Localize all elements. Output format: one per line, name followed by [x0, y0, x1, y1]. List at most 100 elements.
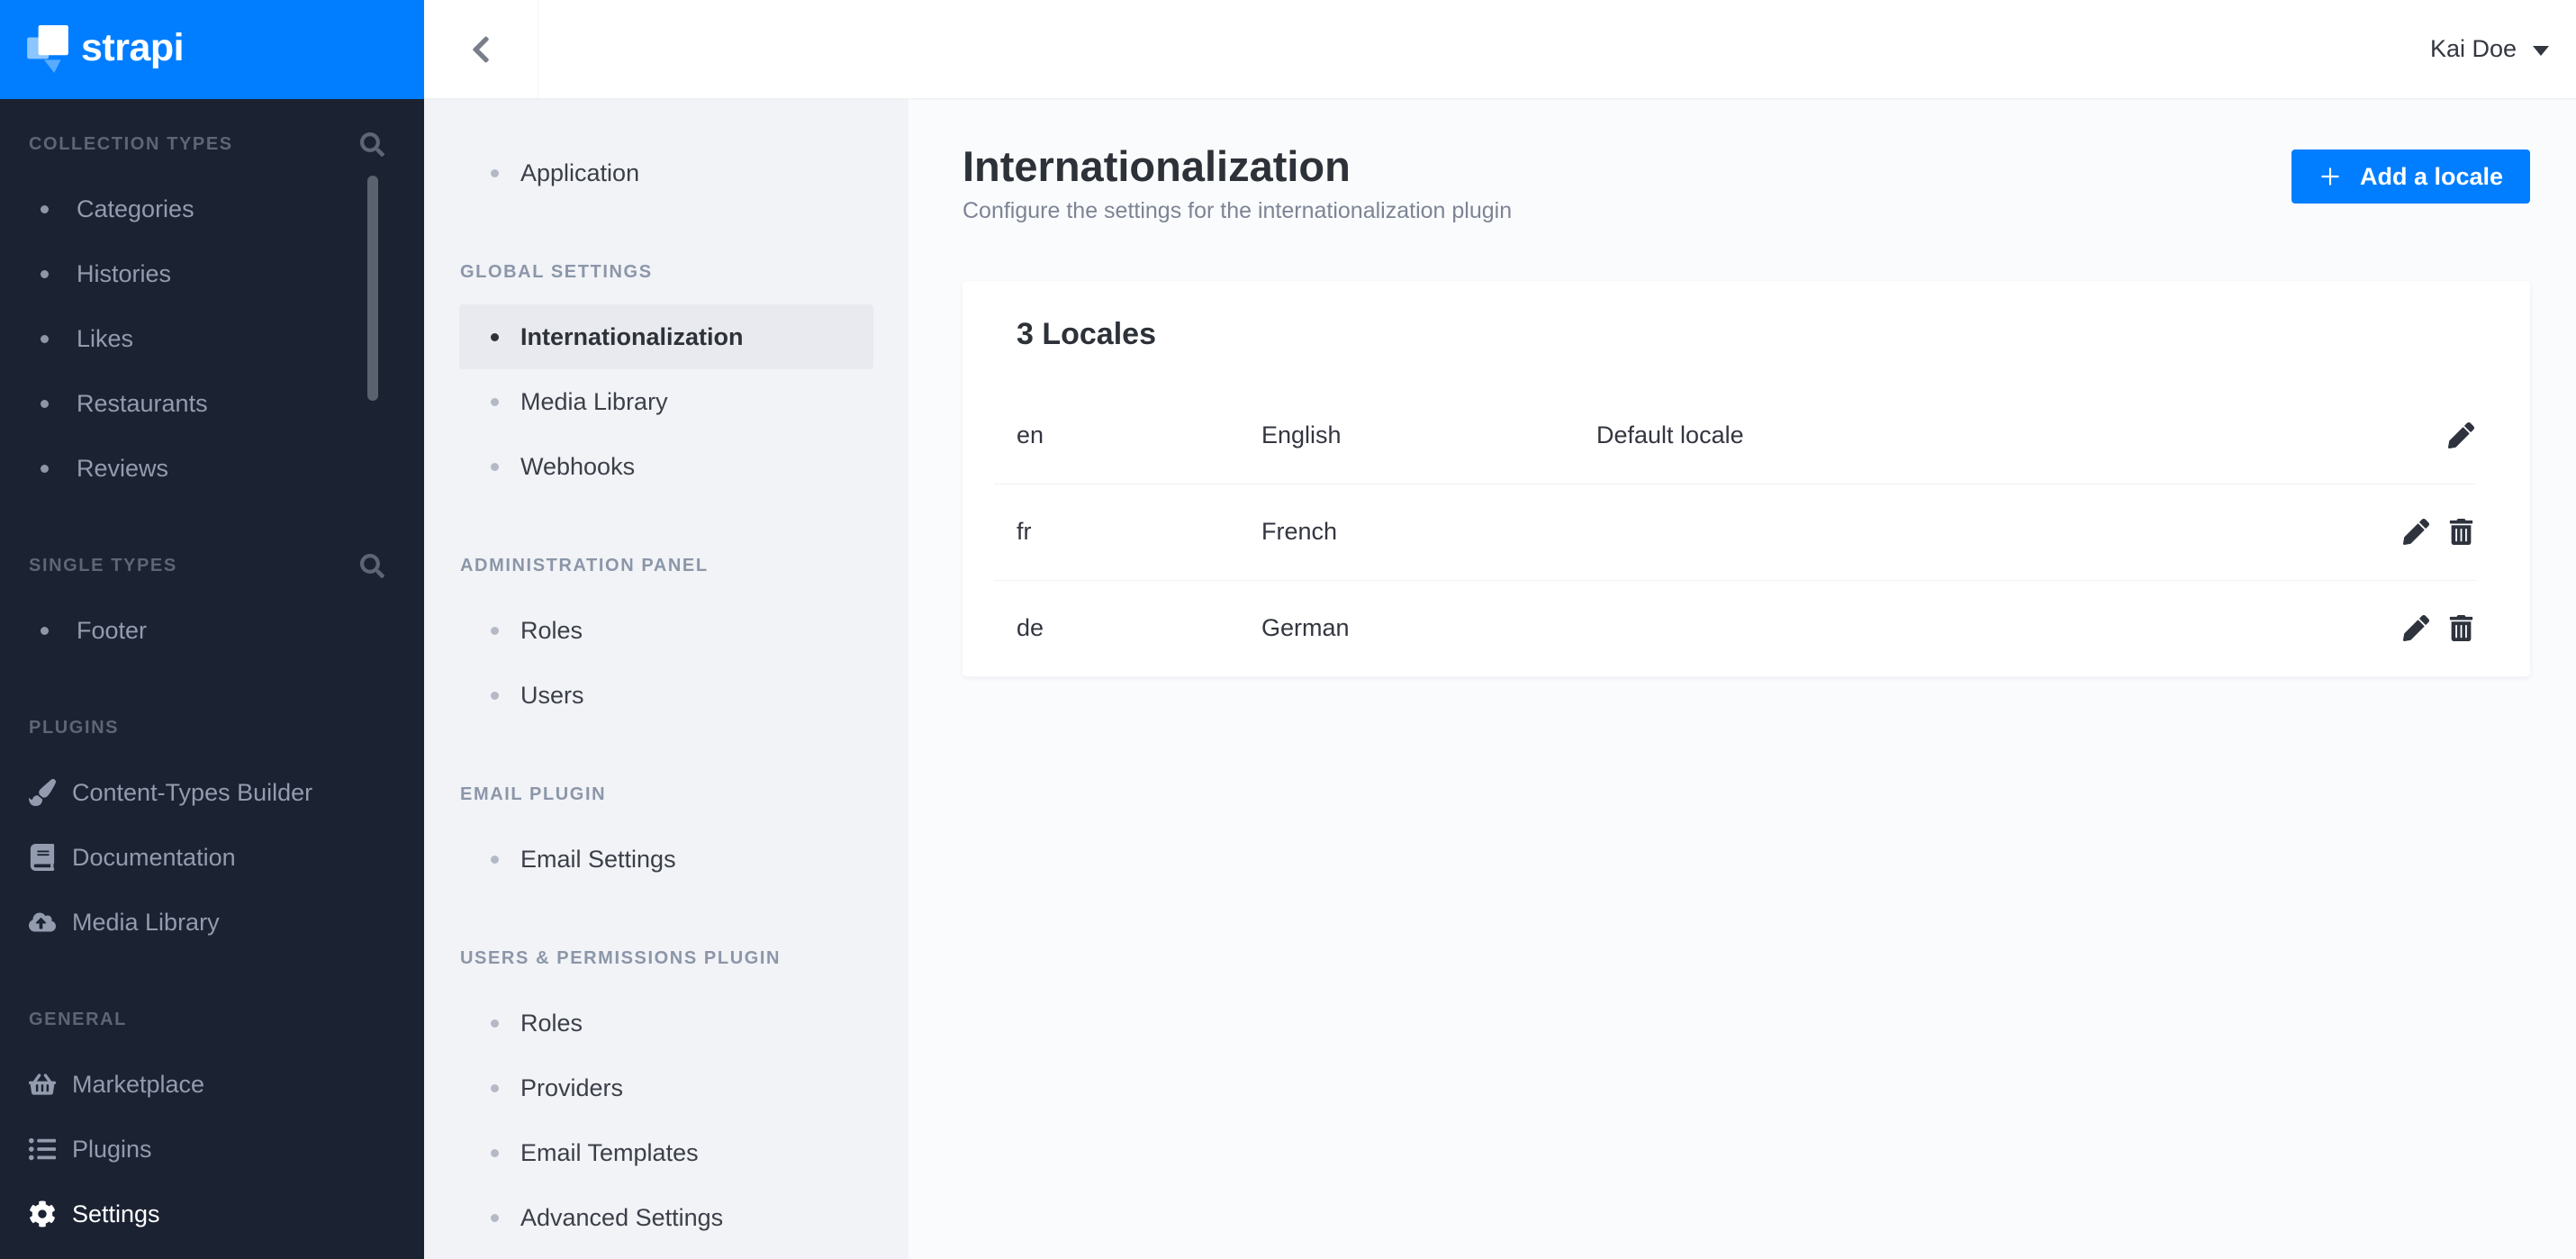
settings-item-users[interactable]: Users [459, 663, 873, 728]
settings-section-label: EMAIL PLUGIN [460, 783, 607, 804]
pencil-icon [2402, 519, 2429, 545]
sidebar-item-restaurants[interactable]: Restaurants [0, 371, 424, 436]
bullet-icon [491, 691, 499, 700]
add-locale-button[interactable]: Add a locale [2291, 149, 2530, 204]
sidebar-item-plugins[interactable]: Plugins [0, 1117, 424, 1182]
sidebar-item-label: Categories [77, 195, 194, 222]
bullet-icon [491, 397, 499, 406]
plus-icon [2321, 168, 2339, 186]
caret-down-icon [2533, 45, 2549, 56]
edit-locale-button[interactable] [2400, 613, 2431, 644]
paint-brush-icon [29, 779, 56, 806]
settings-item-label: Internationalization [520, 322, 744, 350]
user-name: Kai Doe [2429, 35, 2517, 62]
settings-item-media-library[interactable]: Media Library [459, 369, 873, 434]
bullet-icon [41, 464, 49, 473]
sidebar-item-media-library[interactable]: Media Library [0, 890, 424, 955]
bullet-icon [491, 1148, 499, 1157]
bullet-icon [41, 399, 49, 408]
locale-code: en [1017, 421, 1044, 448]
sidebar-item-label: Footer [77, 616, 148, 644]
list-icon [29, 1137, 56, 1161]
bullet-icon [491, 1083, 499, 1092]
gear-icon [30, 1200, 55, 1227]
user-menu[interactable]: Kai Doe [2430, 35, 2576, 63]
shopping-basket-icon [29, 1073, 56, 1095]
locales-count-heading: 3 Locales [1017, 316, 1156, 351]
locale-default-badge: Default locale [1596, 421, 1744, 448]
delete-locale-button[interactable] [2445, 613, 2476, 644]
sidebar-item-categories[interactable]: Categories [0, 177, 424, 241]
sidebar-item-content-types-builder[interactable]: Content-Types Builder [0, 760, 424, 825]
settings-item-advanced-settings[interactable]: Advanced Settings [459, 1185, 873, 1250]
search-icon[interactable] [360, 131, 384, 157]
locales-card: 3 Locales en English Default locale fr Frenc… [963, 281, 2530, 676]
sidebar-item-settings[interactable]: Settings [0, 1182, 424, 1246]
edit-locale-button[interactable] [2400, 517, 2431, 548]
sidebar-item-marketplace[interactable]: Marketplace [0, 1052, 424, 1117]
settings-item-roles[interactable]: Roles [459, 991, 873, 1055]
sidebar-item-label: Histories [77, 259, 172, 287]
settings-section-email-plugin: EMAIL PLUGIN [424, 762, 908, 827]
sidebar-item-likes[interactable]: Likes [0, 306, 424, 371]
bullet-icon [491, 626, 499, 635]
settings-item-providers[interactable]: Providers [459, 1055, 873, 1120]
settings-item-label: Application [520, 159, 640, 186]
settings-item-label: Webhooks [520, 452, 636, 480]
settings-item-internationalization[interactable]: Internationalization [459, 304, 873, 369]
sidebar-item-label: Marketplace [72, 1070, 205, 1098]
locale-row-fr: fr French [963, 484, 2530, 580]
trash-icon [2449, 615, 2472, 641]
settings-sidebar: Application GLOBAL SETTINGS Internationali… [424, 99, 908, 1259]
delete-locale-button[interactable] [2445, 517, 2476, 548]
pencil-icon [2402, 615, 2429, 641]
locale-name: German [1261, 614, 1350, 641]
sidebar-item-documentation[interactable]: Documentation [0, 825, 424, 890]
settings-item-label: Roles [520, 1009, 583, 1037]
page-header: Internationalization Configure the setti… [963, 142, 2530, 224]
settings-section-label: ADMINISTRATION PANEL [460, 555, 709, 575]
settings-item-email-settings[interactable]: Email Settings [459, 827, 873, 892]
settings-item-label: Roles [520, 616, 583, 644]
sidebar-item-reviews[interactable]: Reviews [0, 436, 424, 501]
sidebar-section-collection-types: COLLECTION TYPES [0, 112, 424, 177]
bullet-icon [491, 855, 499, 864]
sidebar-item-label: Settings [72, 1200, 160, 1227]
pencil-icon [2447, 422, 2474, 448]
sidebar-item-label: Reviews [77, 454, 169, 482]
settings-section-administration-panel: ADMINISTRATION PANEL [424, 533, 908, 598]
book-icon [30, 844, 55, 871]
sidebar-item-label: Restaurants [77, 389, 208, 417]
bullet-icon [41, 269, 49, 278]
settings-item-webhooks[interactable]: Webhooks [459, 434, 873, 499]
sidebar-item-label: Likes [77, 324, 134, 352]
topbar: Kai Doe [424, 0, 2576, 99]
strapi-admin-app: strapi COLLECTION TYPES Categories Histori… [0, 0, 2576, 1259]
settings-item-roles[interactable]: Roles [459, 598, 873, 663]
settings-section-label: USERS & PERMISSIONS PLUGIN [460, 947, 782, 968]
page-title: Internationalization [963, 142, 1351, 190]
bullet-icon [491, 462, 499, 471]
strapi-logo[interactable]: strapi [0, 0, 424, 99]
cloud-upload-icon [29, 912, 56, 932]
sidebar-scrollbar-thumb[interactable] [367, 176, 378, 401]
locales-card-header: 3 Locales [963, 281, 2530, 387]
settings-item-email-templates[interactable]: Email Templates [459, 1120, 873, 1185]
sidebar-item-histories[interactable]: Histories [0, 241, 424, 306]
settings-item-label: Email Settings [520, 845, 676, 873]
back-button[interactable] [424, 0, 538, 98]
sidebar-item-footer[interactable]: Footer [0, 598, 424, 663]
main-sidebar: strapi COLLECTION TYPES Categories Histori… [0, 0, 424, 1259]
search-icon[interactable] [360, 553, 384, 578]
edit-locale-button[interactable] [2445, 421, 2476, 451]
sidebar-section-plugins: PLUGINS [0, 695, 424, 760]
sidebar-section-label: COLLECTION TYPES [29, 133, 233, 154]
bullet-icon [491, 1019, 499, 1028]
bullet-icon [491, 332, 499, 341]
sidebar-item-label: Documentation [72, 843, 236, 871]
settings-item-label: Media Library [520, 387, 668, 415]
sidebar-item-label: Media Library [72, 908, 220, 936]
locale-name: English [1261, 421, 1342, 448]
settings-item-application[interactable]: Application [459, 140, 873, 205]
bullet-icon [491, 1213, 499, 1222]
